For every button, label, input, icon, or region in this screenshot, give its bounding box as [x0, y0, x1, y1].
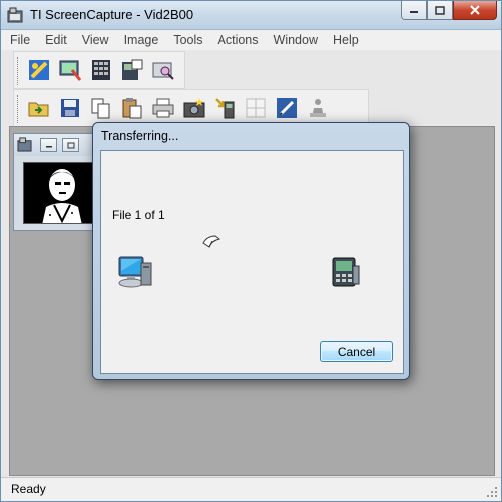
dialog-title: Transferring... [101, 129, 179, 143]
calculator-icon [332, 257, 360, 287]
capture-multiple-button[interactable] [88, 58, 113, 83]
minimize-icon [410, 11, 418, 13]
status-bar: Ready [1, 477, 501, 501]
captured-image [23, 162, 95, 224]
transfer-dialog: Transferring... File 1 of 1 Cancel [92, 122, 410, 380]
open-button[interactable] [26, 96, 51, 121]
print-icon [152, 98, 173, 118]
close-icon [470, 5, 480, 15]
resize-grip-icon[interactable] [486, 486, 498, 498]
computer-icon [118, 256, 152, 288]
image-window-minimize-button[interactable] [40, 138, 57, 152]
send-to-device-button[interactable] [212, 96, 237, 121]
image-window[interactable] [13, 133, 101, 231]
menu-window[interactable]: Window [274, 33, 318, 47]
copy-icon [91, 98, 109, 119]
menu-view[interactable]: View [82, 33, 109, 47]
close-button[interactable] [453, 1, 497, 20]
window-title: TI ScreenCapture - Vid2B00 [30, 7, 194, 22]
file-progress-text: File 1 of 1 [112, 208, 165, 222]
capture-button[interactable] [26, 58, 51, 83]
menu-help[interactable]: Help [333, 33, 359, 47]
menu-file[interactable]: File [10, 33, 30, 47]
paper-fly-icon [202, 235, 221, 248]
image-window-titlebar[interactable] [14, 134, 100, 156]
menu-edit[interactable]: Edit [45, 33, 67, 47]
capture-icon [28, 60, 49, 80]
toolbar-grip[interactable] [17, 57, 20, 85]
image-window-maximize-button[interactable] [62, 138, 79, 152]
open-icon [28, 102, 48, 117]
edit-button[interactable] [274, 96, 299, 121]
status-text: Ready [11, 482, 46, 496]
menu-tools[interactable]: Tools [173, 33, 202, 47]
title-bar[interactable]: TI ScreenCapture - Vid2B00 [1, 1, 501, 30]
app-icon [17, 137, 32, 152]
capture-multiple-icon [91, 60, 110, 80]
save-icon [60, 99, 79, 117]
cancel-button[interactable]: Cancel [320, 341, 393, 362]
animate-icon [309, 99, 326, 117]
save-button[interactable] [57, 96, 82, 121]
minimize-icon [45, 146, 52, 148]
grid-button[interactable] [243, 96, 268, 121]
grid-icon [246, 98, 265, 118]
paste-button[interactable] [119, 96, 144, 121]
maximize-icon [67, 142, 74, 148]
maximize-icon [435, 5, 445, 15]
menu-actions[interactable]: Actions [218, 33, 259, 47]
send-to-device-icon [214, 98, 234, 119]
edit-icon [276, 98, 297, 118]
calculator-info-icon [121, 59, 142, 80]
calculator-info-button[interactable] [119, 58, 144, 83]
camera-icon [183, 98, 204, 118]
menu-image[interactable]: Image [124, 33, 159, 47]
paste-icon [122, 98, 141, 119]
app-icon [7, 7, 23, 23]
portrait-image [24, 163, 94, 223]
maximize-button[interactable] [427, 1, 453, 20]
menu-bar: File Edit View Image Tools Actions Windo… [1, 30, 501, 50]
explorer-button[interactable] [150, 58, 175, 83]
dialog-body: File 1 of 1 Cancel [100, 150, 404, 374]
animate-button[interactable] [305, 96, 330, 121]
toolbar-grip[interactable] [17, 95, 20, 123]
toolbar-capture [13, 51, 185, 89]
camera-button[interactable] [181, 96, 206, 121]
capture-screen-button[interactable] [57, 58, 82, 83]
minimize-button[interactable] [401, 1, 427, 20]
capture-screen-icon [59, 60, 81, 81]
explorer-icon [152, 62, 174, 80]
print-button[interactable] [150, 96, 175, 121]
copy-button[interactable] [88, 96, 113, 121]
window-controls [401, 1, 497, 20]
